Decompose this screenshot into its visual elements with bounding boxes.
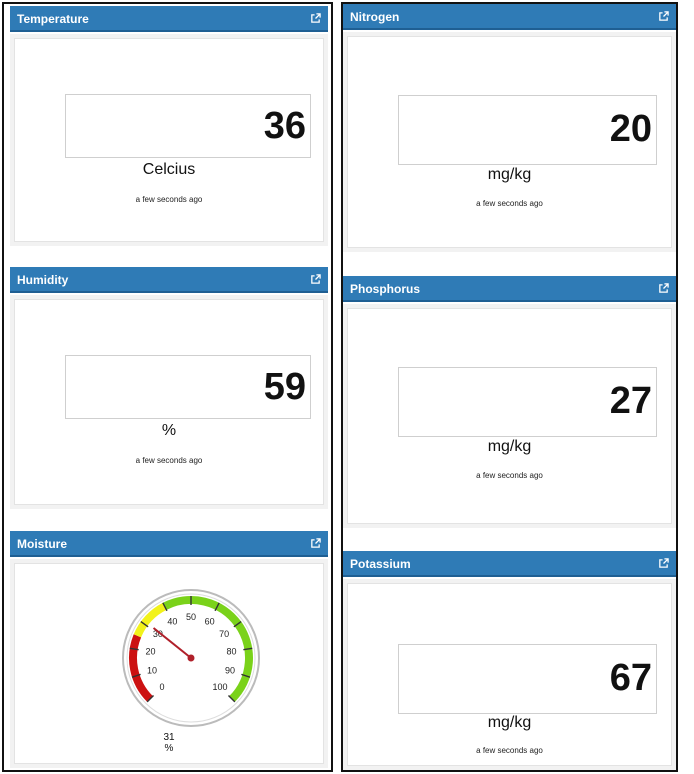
gauge-dial: 010203040 50 60708090100 — [122, 589, 260, 727]
gauge-tick-label: 60 — [205, 616, 215, 626]
external-link-icon[interactable] — [658, 558, 669, 569]
last-updated: a few seconds ago — [135, 456, 203, 465]
gauge-tick-label: 40 — [167, 616, 177, 626]
external-link-icon[interactable] — [658, 11, 669, 22]
humidity-widget: Humidity 59 % a few seconds ago — [10, 267, 328, 509]
potassium-widget-header: Potassium — [343, 551, 676, 577]
widget-body: 27 mg/kg a few seconds ago — [343, 304, 676, 528]
widget-content: 0 10 20 30 40 50 60 70 80 90 100 31 % — [14, 563, 324, 764]
moisture-unit: % — [164, 743, 174, 754]
widget-body: 20 mg/kg a few seconds ago — [343, 32, 676, 252]
moisture-value: 31 — [163, 732, 175, 743]
widget-title: Nitrogen — [350, 10, 400, 24]
external-link-icon[interactable] — [310, 13, 321, 24]
widget-body: 36 Celcius a few seconds ago — [10, 34, 328, 246]
gauge-tick-label: 0 — [160, 682, 165, 692]
phosphorus-unit: mg/kg — [487, 438, 532, 455]
widget-content: 67 mg/kg a few seconds ago — [347, 583, 672, 766]
gauge-tick-label: 50 — [186, 612, 196, 622]
last-updated: a few seconds ago — [135, 195, 203, 204]
external-link-icon[interactable] — [310, 274, 321, 285]
moisture-gauge: 0 10 20 30 40 50 60 70 80 90 100 — [119, 586, 263, 730]
last-updated: a few seconds ago — [476, 746, 543, 755]
value-display: 67 — [398, 644, 657, 714]
widget-content: 36 Celcius a few seconds ago — [14, 38, 324, 242]
temperature-widget-header: Temperature — [10, 6, 328, 32]
external-link-icon[interactable] — [310, 538, 321, 549]
moisture-widget-header: Moisture — [10, 531, 328, 557]
last-updated: a few seconds ago — [476, 199, 543, 208]
gauge-tick-label: 100 — [212, 682, 227, 692]
phosphorus-widget-header: Phosphorus — [343, 276, 676, 302]
last-updated: a few seconds ago — [476, 471, 543, 480]
nitrogen-unit: mg/kg — [487, 166, 532, 183]
widget-title: Moisture — [17, 537, 68, 551]
value-display: 27 — [398, 367, 657, 437]
widget-title: Potassium — [350, 557, 411, 571]
temperature-value: 36 — [263, 105, 306, 147]
value-display: 59 — [65, 355, 311, 419]
widget-body: 0 10 20 30 40 50 60 70 80 90 100 31 % — [10, 559, 328, 768]
nitrogen-widget: Nitrogen 20 mg/kg a few seconds ago — [343, 4, 676, 252]
gauge-tick-label: 80 — [226, 647, 236, 657]
potassium-widget: Potassium 67 mg/kg a few seconds ago — [343, 551, 676, 770]
gauge-tick-label: 70 — [219, 629, 229, 639]
external-link-icon[interactable] — [658, 283, 669, 294]
gauge-needle-hub — [187, 654, 195, 662]
widget-content: 27 mg/kg a few seconds ago — [347, 308, 672, 524]
temperature-widget: Temperature 36 Celcius a few seconds ago — [10, 6, 328, 246]
left-dashboard-column: Temperature 36 Celcius a few seconds ago… — [2, 2, 333, 772]
phosphorus-widget: Phosphorus 27 mg/kg a few seconds ago — [343, 276, 676, 528]
widget-title: Humidity — [17, 273, 69, 287]
right-dashboard-column: Nitrogen 20 mg/kg a few seconds ago Phos… — [341, 2, 678, 772]
gauge-tick-label: 90 — [225, 666, 235, 676]
value-display: 20 — [398, 95, 657, 165]
temperature-unit: Celcius — [142, 161, 196, 178]
widget-body: 67 mg/kg a few seconds ago — [343, 579, 676, 770]
moisture-widget: Moisture 0 10 20 30 40 50 60 70 80 90 100 31 % — [10, 531, 328, 768]
widget-body: 59 % a few seconds ago — [10, 295, 328, 509]
widget-content: 20 mg/kg a few seconds ago — [347, 36, 672, 248]
humidity-widget-header: Humidity — [10, 267, 328, 293]
nitrogen-widget-header: Nitrogen — [343, 4, 676, 30]
gauge-tick-label: 10 — [147, 666, 157, 676]
humidity-value: 59 — [263, 366, 306, 408]
phosphorus-value: 27 — [609, 380, 652, 422]
value-display: 36 — [65, 94, 311, 158]
potassium-unit: mg/kg — [487, 714, 532, 731]
humidity-unit: % — [161, 422, 177, 439]
nitrogen-value: 20 — [609, 108, 652, 150]
gauge-tick-label: 20 — [145, 647, 155, 657]
potassium-value: 67 — [609, 657, 652, 699]
widget-title: Phosphorus — [350, 282, 421, 296]
widget-title: Temperature — [17, 12, 89, 26]
widget-content: 59 % a few seconds ago — [14, 299, 324, 505]
